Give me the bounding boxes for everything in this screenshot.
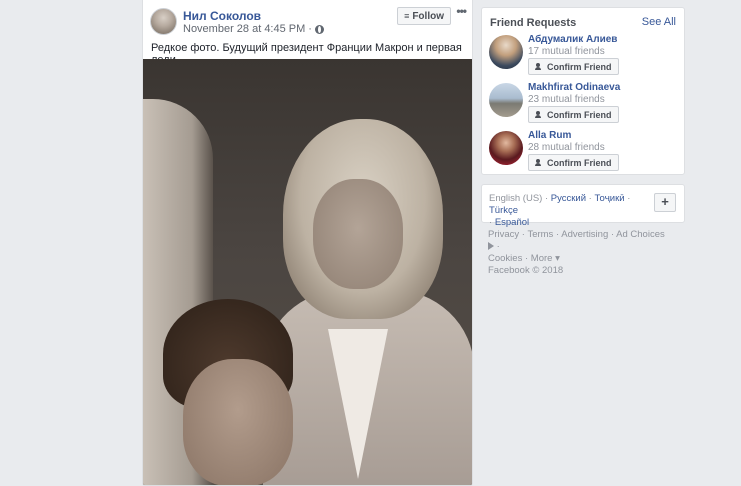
footer-link-cookies[interactable]: Cookies [488, 253, 522, 264]
meta-separator: · [308, 23, 312, 35]
confirm-friend-label: Confirm Friend [547, 109, 612, 120]
footer-link-ad-choices[interactable]: Ad Choices [616, 229, 665, 240]
post-author-name[interactable]: Нил Соколов [183, 9, 261, 23]
follow-button[interactable]: ≡ Follow [397, 7, 451, 25]
see-all-link[interactable]: See All [642, 16, 676, 28]
footer-link-terms[interactable]: Terms [527, 229, 553, 240]
rss-icon: ≡ [404, 11, 410, 21]
add-user-icon [535, 63, 543, 70]
confirm-friend-label: Confirm Friend [547, 61, 612, 72]
follow-label: Follow [412, 10, 444, 22]
post-header: Нил Соколов November 28 at 4:45 PM · ≡ F… [143, 0, 472, 38]
add-language-button[interactable]: + [654, 193, 676, 212]
friend-requests-card: Friend Requests See All Абдумалик Алиев … [481, 7, 685, 175]
mutual-friends-count[interactable]: 28 mutual friends [528, 142, 605, 153]
language-link[interactable]: Тоҷикӣ [594, 193, 624, 204]
footer-link-more[interactable]: More [531, 253, 553, 264]
post-photo[interactable] [143, 59, 472, 485]
more-options-icon[interactable]: ••• [456, 4, 467, 18]
post-timestamp[interactable]: November 28 at 4:45 PM [183, 23, 305, 35]
confirm-friend-button[interactable]: Confirm Friend [528, 154, 619, 171]
friend-request-item: Абдумалик Алиев 17 mutual friends Confir… [489, 34, 679, 75]
add-user-icon [535, 159, 543, 166]
friend-requests-title: Friend Requests [490, 17, 577, 29]
mutual-friends-count[interactable]: 17 mutual friends [528, 46, 605, 57]
friend-request-item: Alla Rum 28 mutual friends Confirm Frien… [489, 130, 679, 171]
language-link[interactable]: Türkçe [489, 205, 518, 216]
requester-avatar[interactable] [489, 83, 523, 117]
language-list: English (US) · Русский · Тоҷикӣ · Türkçe… [489, 193, 631, 228]
current-language: English (US) [489, 193, 543, 204]
footer-link-privacy[interactable]: Privacy [488, 229, 519, 240]
requester-avatar[interactable] [489, 35, 523, 69]
language-selector-card: English (US) · Русский · Тоҷикӣ · Türkçe… [481, 184, 685, 228]
friend-request-item: Makhfirat Odinaeva 23 mutual friends Con… [489, 82, 679, 123]
language-link[interactable]: Español [495, 217, 529, 228]
requester-avatar[interactable] [489, 131, 523, 165]
feed-post: Нил Соколов November 28 at 4:45 PM · ≡ F… [142, 0, 473, 486]
copyright-text: Facebook © 2018 [488, 265, 564, 276]
globe-icon[interactable] [314, 24, 324, 34]
confirm-friend-button[interactable]: Confirm Friend [528, 106, 619, 123]
confirm-friend-button[interactable]: Confirm Friend [528, 58, 619, 75]
chevron-down-icon[interactable]: ▾ [555, 253, 560, 264]
requester-name[interactable]: Абдумалик Алиев [528, 34, 617, 45]
requester-name[interactable]: Makhfirat Odinaeva [528, 82, 620, 93]
add-user-icon [535, 111, 543, 118]
footer-link-advertising[interactable]: Advertising [561, 229, 608, 240]
requester-name[interactable]: Alla Rum [528, 130, 571, 141]
author-avatar[interactable] [150, 8, 177, 35]
confirm-friend-label: Confirm Friend [547, 157, 612, 168]
language-link[interactable]: Русский [551, 193, 586, 204]
footer-links: Privacy · Terms · Advertising · Ad Choic… [488, 229, 665, 276]
mutual-friends-count[interactable]: 23 mutual friends [528, 94, 605, 105]
post-meta: November 28 at 4:45 PM · [183, 23, 324, 35]
